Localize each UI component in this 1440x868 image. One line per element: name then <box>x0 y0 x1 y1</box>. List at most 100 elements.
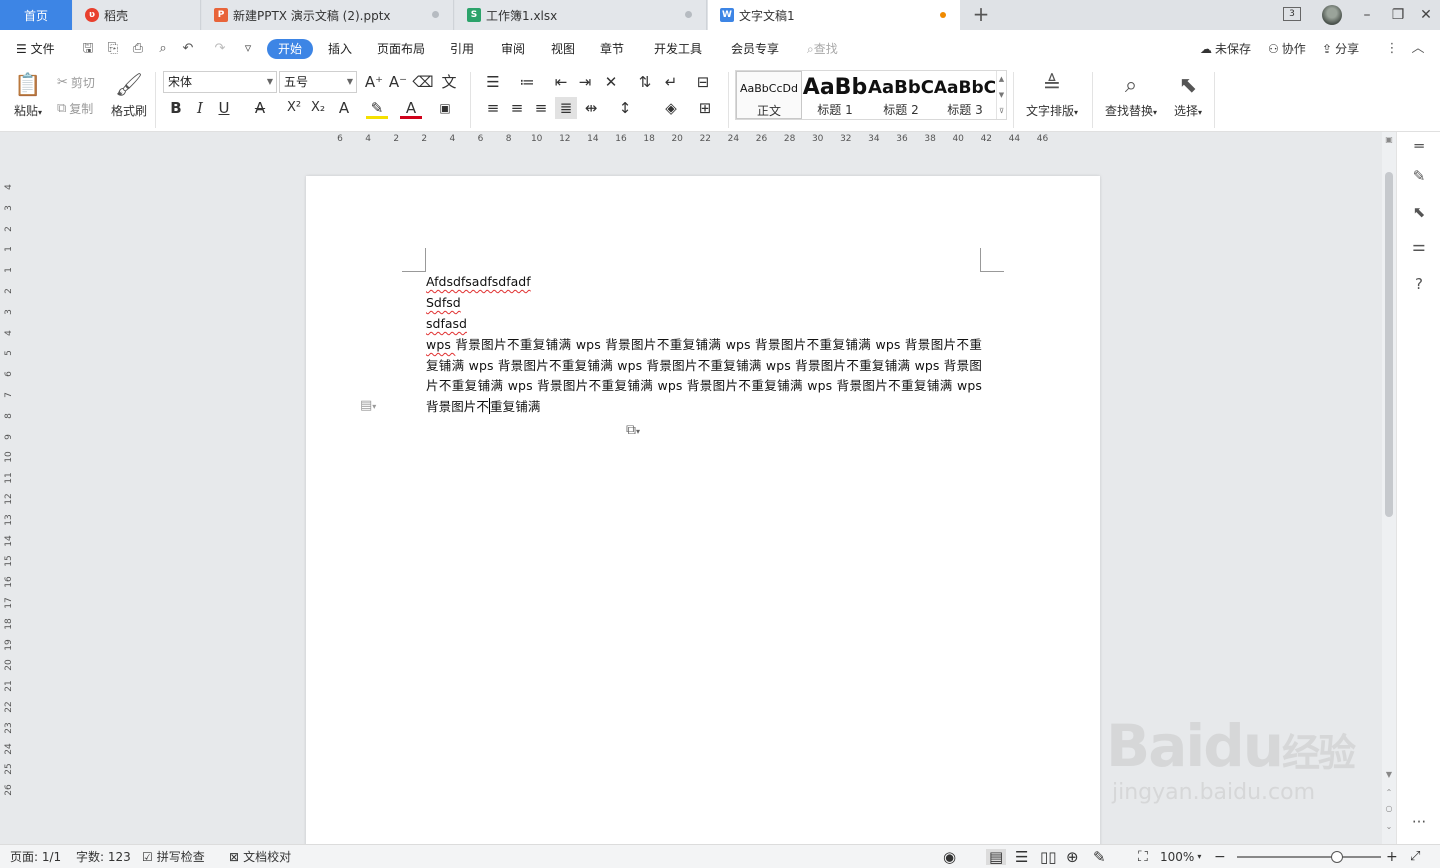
align-left-icon[interactable]: ≡ <box>482 97 504 119</box>
numbered-list-icon[interactable]: ≔ <box>516 71 538 93</box>
collapse-ribbon-icon[interactable]: ︿ <box>1410 41 1426 57</box>
reading-view-icon[interactable]: ▯▯ <box>1040 849 1057 865</box>
zoom-out-icon[interactable]: − <box>1214 849 1226 865</box>
bold-icon[interactable]: B <box>165 97 187 119</box>
clear-format-icon[interactable]: ⌫ <box>412 71 434 93</box>
close-window-icon[interactable]: ✕ <box>1417 6 1435 24</box>
minimize-icon[interactable]: – <box>1358 6 1376 24</box>
restore-icon[interactable]: ❐ <box>1389 6 1407 24</box>
style-heading-1[interactable]: AaBb 标题 1 <box>802 71 868 119</box>
paste-options-icon[interactable]: ⧉▾ <box>626 422 640 438</box>
paragraph[interactable]: sdfasd <box>426 314 467 335</box>
pen-icon[interactable]: ✎ <box>1409 166 1429 186</box>
panel-menu-icon[interactable]: ═ <box>1409 136 1429 156</box>
line-spacing-icon[interactable]: ↕ <box>614 97 636 119</box>
scroll-settings-icon[interactable]: ▣ <box>1382 135 1396 144</box>
tab-start[interactable]: 开始 <box>267 39 314 59</box>
shading-icon[interactable]: ◈ <box>660 97 682 119</box>
share-button[interactable]: ⇪ 分享 <box>1322 40 1359 57</box>
write-view-icon[interactable]: ✎ <box>1093 849 1106 865</box>
tab-member[interactable]: 会员专享 <box>731 40 779 58</box>
increase-indent-icon[interactable]: ⇥ <box>574 71 596 93</box>
help-icon[interactable]: ? <box>1409 274 1429 294</box>
page-view-icon[interactable]: ▤ <box>986 849 1007 865</box>
select-pointer-icon[interactable]: ⬉ <box>1409 202 1429 222</box>
align-center-icon[interactable]: ≡ <box>506 97 528 119</box>
redo-icon[interactable]: ↷ <box>212 41 228 57</box>
subscript-icon[interactable]: X₂ <box>307 97 329 119</box>
eye-protect-icon[interactable]: ◉ <box>943 849 956 865</box>
save-icon[interactable]: 🖫 <box>80 41 96 57</box>
page-indicator[interactable]: 页面: 1/1 <box>10 849 61 865</box>
highlight-icon[interactable]: ✎ <box>366 97 388 119</box>
tab-review[interactable]: 审阅 <box>501 40 525 58</box>
table-border-icon[interactable]: ⊟ <box>692 71 714 93</box>
superscript-icon[interactable]: X² <box>283 97 305 119</box>
select-browse-icon[interactable]: ○ <box>1382 804 1396 813</box>
outline-view-icon[interactable]: ☰ <box>1015 849 1028 865</box>
font-name-select[interactable]: 宋体 ▼ <box>163 71 277 93</box>
find-replace-button[interactable]: ⌕ 查找替换▾ <box>1101 70 1161 119</box>
char-border-icon[interactable]: ▣ <box>434 97 456 119</box>
collab-button[interactable]: ⚇ 协作 <box>1268 40 1306 57</box>
file-menu[interactable]: ☰ 文件 <box>16 40 55 58</box>
spell-check-button[interactable]: ☑ 拼写检查 <box>142 849 205 865</box>
pinyin-icon[interactable]: 文 <box>438 71 460 93</box>
tab-page-layout[interactable]: 页面布局 <box>377 40 425 58</box>
decrease-indent-icon[interactable]: ⇤ <box>550 71 572 93</box>
output-icon[interactable]: ⎘ <box>105 41 121 57</box>
italic-icon[interactable]: I <box>189 97 211 119</box>
show-marks-icon[interactable]: ↵ <box>660 71 682 93</box>
justify-icon[interactable]: ≣ <box>555 97 577 119</box>
tab-insert[interactable]: 插入 <box>328 40 352 58</box>
bullet-list-icon[interactable]: ☰ <box>482 71 504 93</box>
unsaved-status[interactable]: ☁ 未保存 <box>1200 40 1251 57</box>
underline-icon[interactable]: U <box>213 97 235 119</box>
grow-font-icon[interactable]: A⁺ <box>363 71 385 93</box>
print-icon[interactable]: ⎙ <box>130 41 146 57</box>
tab-xlsx[interactable]: S 工作簿1.xlsx <box>455 0 707 30</box>
gallery-scroll[interactable]: ▲ ▼ ⊽ <box>996 71 1006 119</box>
more-icon[interactable]: ··· <box>1409 812 1429 832</box>
horizontal-ruler[interactable]: 6 4 2 2 4 6 8 10 12 14 16 18 20 22 24 26 28 30 32 34 36 38 40 4… <box>0 132 1380 148</box>
avatar[interactable] <box>1322 5 1342 25</box>
web-view-icon[interactable]: ⊕ <box>1066 849 1079 865</box>
close-tab-icon[interactable] <box>432 11 439 18</box>
vertical-ruler[interactable]: 4 3 2 1 1 2 3 4 5 6 7 8 9 10 11 12 13 14 15 16 17 18 19 20 21 22 2… <box>0 148 16 844</box>
zoom-level[interactable]: 100% ▾ <box>1160 849 1201 865</box>
align-right-icon[interactable]: ≡ <box>530 97 552 119</box>
fullscreen-icon[interactable]: ⤢ <box>1410 849 1420 865</box>
vertical-scrollbar[interactable]: ▣ ▼ ⌃ ○ ⌄ <box>1382 132 1396 844</box>
doc-proof-button[interactable]: ⊠ 文档校对 <box>229 849 291 865</box>
style-heading-3[interactable]: AaBbC 标题 3 <box>932 71 998 119</box>
paste-button[interactable]: 📋 粘贴▾ <box>10 70 46 119</box>
tab-home[interactable]: 首页 <box>0 0 72 30</box>
tab-word-active[interactable]: W 文字文稿1 <box>708 0 960 30</box>
customize-dropdown-icon[interactable]: ▿ <box>240 41 256 57</box>
fit-page-icon[interactable]: ⛶ <box>1138 849 1148 865</box>
scroll-thumb[interactable] <box>1385 172 1393 517</box>
paragraph[interactable]: Afdsdfsadfsdfadf <box>426 272 531 293</box>
text-layout-button[interactable]: ≜ 文字排版▾ <box>1022 70 1082 119</box>
style-heading-2[interactable]: AaBbC 标题 2 <box>868 71 934 119</box>
copy-button[interactable]: ⧉ 复制 <box>57 100 93 117</box>
cut-button[interactable]: ✂ 剪切 <box>57 74 95 91</box>
more-icon[interactable]: ⋮ <box>1384 41 1400 57</box>
tab-section[interactable]: 章节 <box>600 40 624 58</box>
paragraph-body[interactable]: wps 背景图片不重复铺满 wps 背景图片不重复铺满 wps 背景图片不重复铺… <box>426 335 982 417</box>
print-preview-icon[interactable]: ⌕ <box>155 41 171 57</box>
chinese-layout-icon[interactable]: ✕ <box>600 71 622 93</box>
tab-pptx[interactable]: P 新建PPTX 演示文稿 (2).pptx <box>202 0 454 30</box>
scroll-down-icon[interactable]: ▼ <box>1382 770 1396 779</box>
prev-page-icon[interactable]: ⌃ <box>1382 788 1396 797</box>
document-canvas[interactable]: Afdsdfsadfsdfadf Sdfsd sdfasd wps 背景图片不重… <box>16 148 1382 844</box>
format-painter-button[interactable]: 🖌 格式刷 <box>110 70 148 119</box>
paragraph-handle-icon[interactable]: ▤▾ <box>360 398 376 413</box>
adjust-sliders-icon[interactable]: ⚌ <box>1409 236 1429 256</box>
select-button[interactable]: ⬉ 选择▾ <box>1170 70 1206 119</box>
zoom-in-icon[interactable]: + <box>1386 849 1398 865</box>
tab-daoke[interactable]: ʋ 稻壳 <box>73 0 201 30</box>
tab-developer[interactable]: 开发工具 <box>654 40 702 58</box>
next-page-icon[interactable]: ⌄ <box>1382 822 1396 831</box>
tab-view[interactable]: 视图 <box>551 40 575 58</box>
